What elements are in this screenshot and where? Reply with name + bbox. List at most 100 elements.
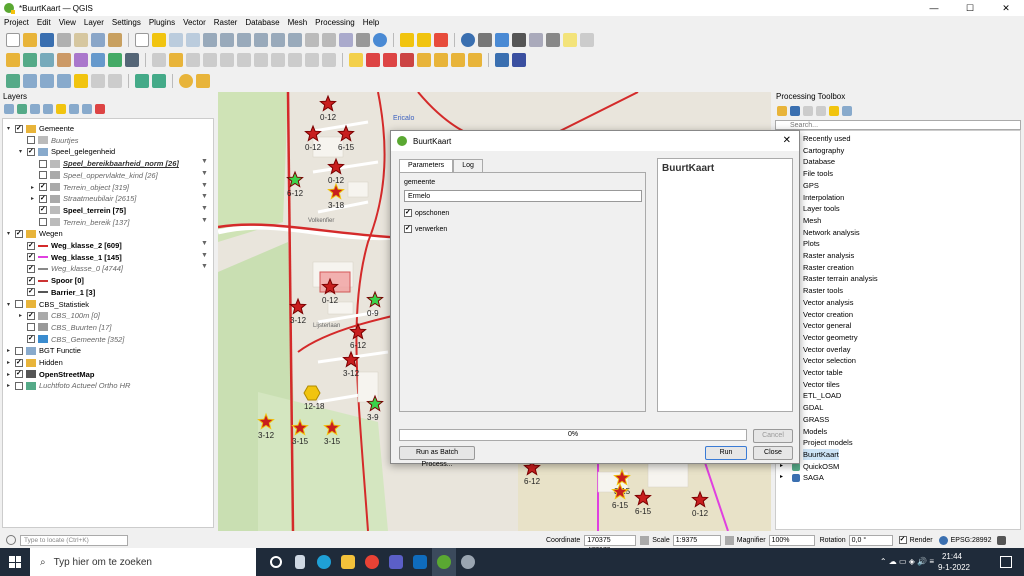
statistics-icon[interactable] xyxy=(512,33,526,47)
edit-features-icon[interactable] xyxy=(829,106,839,116)
menu-database[interactable]: Database xyxy=(245,18,279,27)
run-button[interactable]: Run xyxy=(705,446,747,460)
opschonen-checkbox[interactable] xyxy=(404,209,412,217)
plugin-extra-icon[interactable] xyxy=(196,74,210,88)
locator-input[interactable]: Type to locate (Ctrl+K) xyxy=(20,534,128,546)
menu-plugins[interactable]: Plugins xyxy=(149,18,175,27)
collapse-all-icon[interactable] xyxy=(82,104,92,114)
processing-item[interactable]: Vector overlay xyxy=(803,344,851,355)
processing-options-icon[interactable] xyxy=(842,106,852,116)
layer-row[interactable]: CBS_Gemeente [352] xyxy=(19,334,124,345)
filter-icon[interactable]: ▼ xyxy=(201,158,208,165)
collapse-arrow-icon[interactable]: ▸ xyxy=(19,312,27,319)
layer-visibility-checkbox[interactable] xyxy=(27,335,35,344)
layer-row[interactable]: ▸ Luchtfoto Actueel Ortho HR xyxy=(7,380,130,391)
zoom-out-icon[interactable] xyxy=(186,33,200,47)
layer-visibility-checkbox[interactable] xyxy=(15,381,23,390)
processing-item[interactable]: GRASS xyxy=(803,414,829,425)
python-console-icon[interactable] xyxy=(495,53,509,67)
menu-view[interactable]: View xyxy=(59,18,76,27)
clock-time[interactable]: 21:44 xyxy=(942,552,962,561)
filter-icon[interactable]: ▼ xyxy=(201,205,208,212)
identify-icon[interactable] xyxy=(461,33,475,47)
processing-item[interactable]: Recently used xyxy=(803,133,851,144)
processing-item[interactable]: Network analysis xyxy=(803,227,860,238)
menu-processing[interactable]: Processing xyxy=(315,18,355,27)
pycharm-icon[interactable] xyxy=(456,548,480,576)
layer-visibility-checkbox[interactable] xyxy=(27,253,35,262)
lock-scale-icon[interactable] xyxy=(724,535,734,545)
menu-project[interactable]: Project xyxy=(4,18,29,27)
diagram-icon[interactable] xyxy=(366,53,380,67)
layer-visibility-checkbox[interactable] xyxy=(15,229,23,238)
collapse-arrow-icon[interactable]: ▸ xyxy=(7,382,15,389)
processing-item[interactable]: Raster analysis xyxy=(803,250,854,261)
digitize-icon[interactable] xyxy=(203,53,217,67)
processing-item[interactable]: Vector selection xyxy=(803,355,856,366)
zoom-full-icon[interactable] xyxy=(203,33,217,47)
expand-arrow-icon[interactable]: ▸ xyxy=(780,473,783,480)
menu-edit[interactable]: Edit xyxy=(37,18,51,27)
render-checkbox[interactable] xyxy=(898,536,907,544)
processing-item[interactable]: Project models xyxy=(803,437,853,448)
reshape-icon[interactable] xyxy=(57,74,71,88)
expand-arrow-icon[interactable]: ▾ xyxy=(7,230,15,237)
processing-item[interactable]: File tools xyxy=(803,168,833,179)
new-project-icon[interactable] xyxy=(6,33,20,47)
layer-visibility-checkbox[interactable] xyxy=(39,159,47,168)
file-explorer-icon[interactable] xyxy=(336,548,360,576)
magnifier-field[interactable]: 100% xyxy=(768,534,815,546)
notification-icon[interactable] xyxy=(1000,556,1012,568)
processing-item[interactable]: QuickOSM xyxy=(803,461,839,472)
chrome-icon[interactable] xyxy=(360,548,384,576)
run-batch-button[interactable]: Run as Batch Process... xyxy=(399,446,475,468)
edits-icon[interactable] xyxy=(152,53,166,67)
temporal-icon[interactable] xyxy=(339,33,353,47)
processing-item[interactable]: ETL_LOAD xyxy=(803,390,841,401)
save-edits-icon[interactable] xyxy=(186,53,200,67)
zoom-native-icon[interactable] xyxy=(254,33,268,47)
close-button[interactable]: Close xyxy=(753,446,793,460)
layer-visibility-checkbox[interactable] xyxy=(15,124,23,133)
layer-visibility-checkbox[interactable] xyxy=(27,136,35,145)
paste-icon[interactable] xyxy=(288,53,302,67)
expand-arrow-icon[interactable]: ▾ xyxy=(7,301,15,308)
add-spatialite-icon[interactable] xyxy=(91,53,105,67)
processing-item[interactable]: Interpolation xyxy=(803,192,844,203)
processing-item[interactable]: Cartography xyxy=(803,145,844,156)
copy-icon[interactable] xyxy=(271,53,285,67)
expand-all-icon[interactable] xyxy=(69,104,79,114)
offset-curve-icon[interactable] xyxy=(91,74,105,88)
processing-item[interactable]: SAGA xyxy=(803,472,824,483)
zoom-last-icon[interactable] xyxy=(271,33,285,47)
zoom-next-icon[interactable] xyxy=(288,33,302,47)
processing-item[interactable]: BuurtKaart xyxy=(803,448,839,460)
attribute-table-icon[interactable] xyxy=(478,33,492,47)
processing-item[interactable]: Raster tools xyxy=(803,285,843,296)
layer-visibility-checkbox[interactable] xyxy=(39,206,47,215)
layer-visibility-checkbox[interactable] xyxy=(27,288,35,297)
save-as-icon[interactable] xyxy=(57,33,71,47)
add-mesh-icon[interactable] xyxy=(57,53,71,67)
layer-visibility-checkbox[interactable] xyxy=(15,358,23,367)
zoom-in-icon[interactable] xyxy=(169,33,183,47)
teams-icon[interactable] xyxy=(384,548,408,576)
processing-item[interactable]: Database xyxy=(803,156,835,167)
taskbar-search[interactable]: ⌕ Typ hier om te zoeken xyxy=(30,548,256,576)
layer-visibility-checkbox[interactable] xyxy=(27,276,35,285)
add-group-icon[interactable] xyxy=(17,104,27,114)
add-vector-icon[interactable] xyxy=(23,53,37,67)
expand-arrow-icon[interactable]: ▾ xyxy=(7,125,15,132)
processing-item[interactable]: Mesh xyxy=(803,215,821,226)
layer-row[interactable]: Weg_klasse_2 [609] xyxy=(19,240,122,251)
processing-item[interactable]: Raster terrain analysis xyxy=(803,273,878,284)
layer-row[interactable]: CBS_Buurten [17] xyxy=(19,322,111,333)
processing-item[interactable]: Vector creation xyxy=(803,309,853,320)
layer-row[interactable]: ▸ Hidden xyxy=(7,357,63,368)
filter-icon[interactable]: ▼ xyxy=(201,193,208,200)
rotation-field[interactable]: 0,0 ° xyxy=(848,534,893,546)
verwerken-checkbox[interactable] xyxy=(404,225,412,233)
zoom-selection-icon[interactable] xyxy=(220,33,234,47)
layer-row[interactable]: Barrier_1 [3] xyxy=(19,287,95,298)
layer-row[interactable]: ▸ CBS_100m [0] xyxy=(19,310,100,321)
